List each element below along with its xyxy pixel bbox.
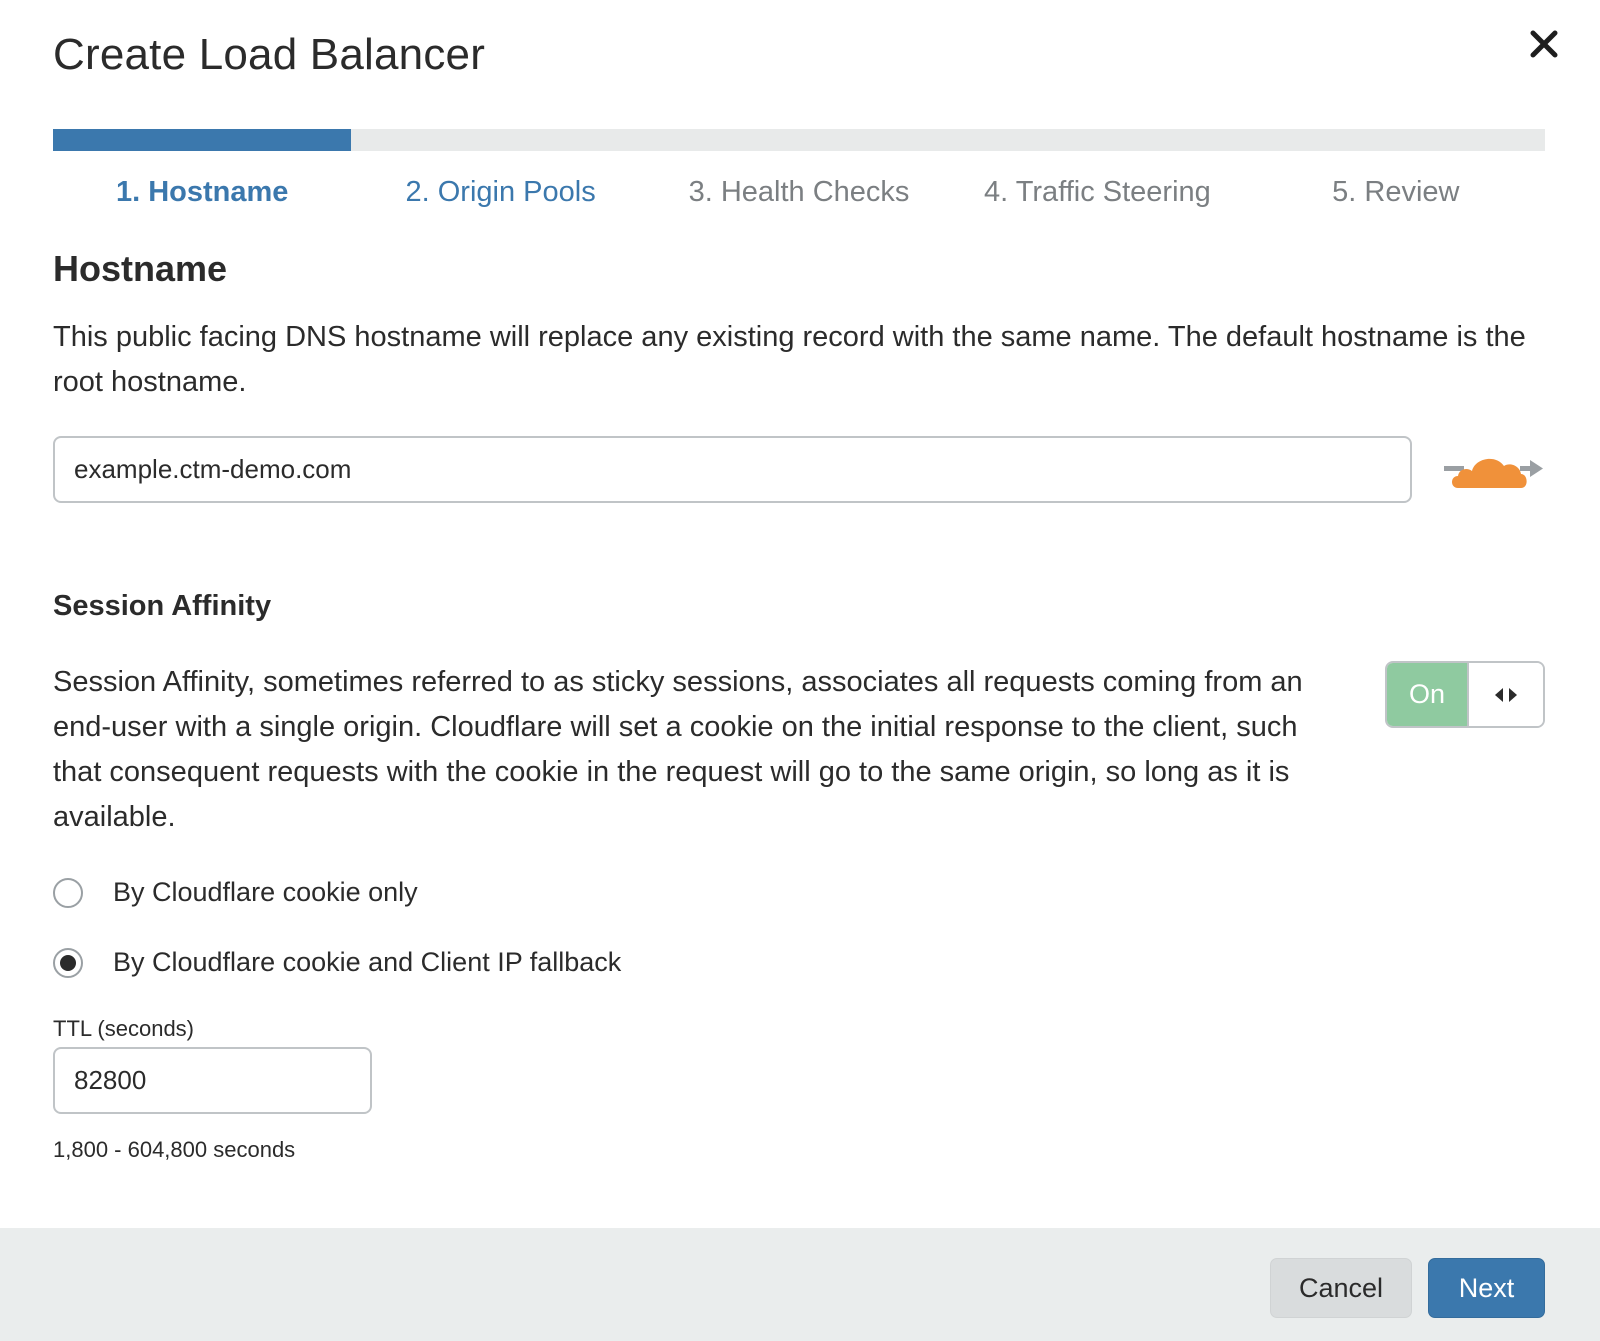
toggle-on-label: On bbox=[1387, 663, 1469, 726]
cancel-button[interactable]: Cancel bbox=[1270, 1258, 1412, 1318]
wizard-progress-fill bbox=[53, 129, 352, 151]
session-affinity-heading: Session Affinity bbox=[53, 590, 272, 622]
session-affinity-description: Session Affinity, sometimes referred to … bbox=[53, 666, 1303, 833]
step-health-checks[interactable]: 3. Health Checks bbox=[650, 170, 948, 214]
proxy-status-toggle[interactable] bbox=[1444, 448, 1544, 492]
close-icon bbox=[1530, 30, 1558, 58]
cloud-proxy-icon bbox=[1444, 458, 1543, 488]
step-traffic-steering[interactable]: 4. Traffic Steering bbox=[948, 170, 1246, 214]
radio-option-cookie-only[interactable]: By Cloudflare cookie only bbox=[53, 877, 418, 908]
radio-label: By Cloudflare cookie only bbox=[113, 877, 418, 907]
wizard-steps: 1. Hostname 2. Origin Pools 3. Health Ch… bbox=[53, 170, 1545, 214]
modal-footer: Cancel Next bbox=[0, 1228, 1600, 1341]
code-arrows-icon bbox=[1495, 687, 1517, 702]
radio-label: By Cloudflare cookie and Client IP fallb… bbox=[113, 947, 622, 977]
modal-title: Create Load Balancer bbox=[53, 30, 486, 79]
step-hostname[interactable]: 1. Hostname bbox=[53, 170, 351, 214]
radio-option-cookie-ip-fallback[interactable]: By Cloudflare cookie and Client IP fallb… bbox=[53, 947, 621, 978]
close-button[interactable] bbox=[1524, 24, 1564, 64]
create-load-balancer-modal: Create Load Balancer 1. Hostname 2. Orig… bbox=[0, 0, 1600, 1341]
step-review[interactable]: 5. Review bbox=[1247, 170, 1545, 214]
hostname-input[interactable] bbox=[53, 436, 1412, 503]
radio-button[interactable] bbox=[53, 947, 83, 978]
next-button[interactable]: Next bbox=[1428, 1258, 1545, 1318]
ttl-hint: 1,800 - 604,800 seconds bbox=[53, 1137, 296, 1162]
toggle-handle bbox=[1469, 663, 1543, 726]
radio-button[interactable] bbox=[53, 877, 83, 908]
radio-selected-dot bbox=[60, 954, 76, 971]
ttl-input[interactable] bbox=[53, 1047, 372, 1114]
wizard-progress-bar bbox=[53, 129, 1545, 151]
session-affinity-toggle[interactable]: On bbox=[1385, 661, 1545, 728]
ttl-label: TTL (seconds) bbox=[53, 1016, 195, 1041]
hostname-heading: Hostname bbox=[53, 248, 228, 289]
step-origin-pools[interactable]: 2. Origin Pools bbox=[351, 170, 649, 214]
hostname-description: This public facing DNS hostname will rep… bbox=[53, 321, 1526, 398]
